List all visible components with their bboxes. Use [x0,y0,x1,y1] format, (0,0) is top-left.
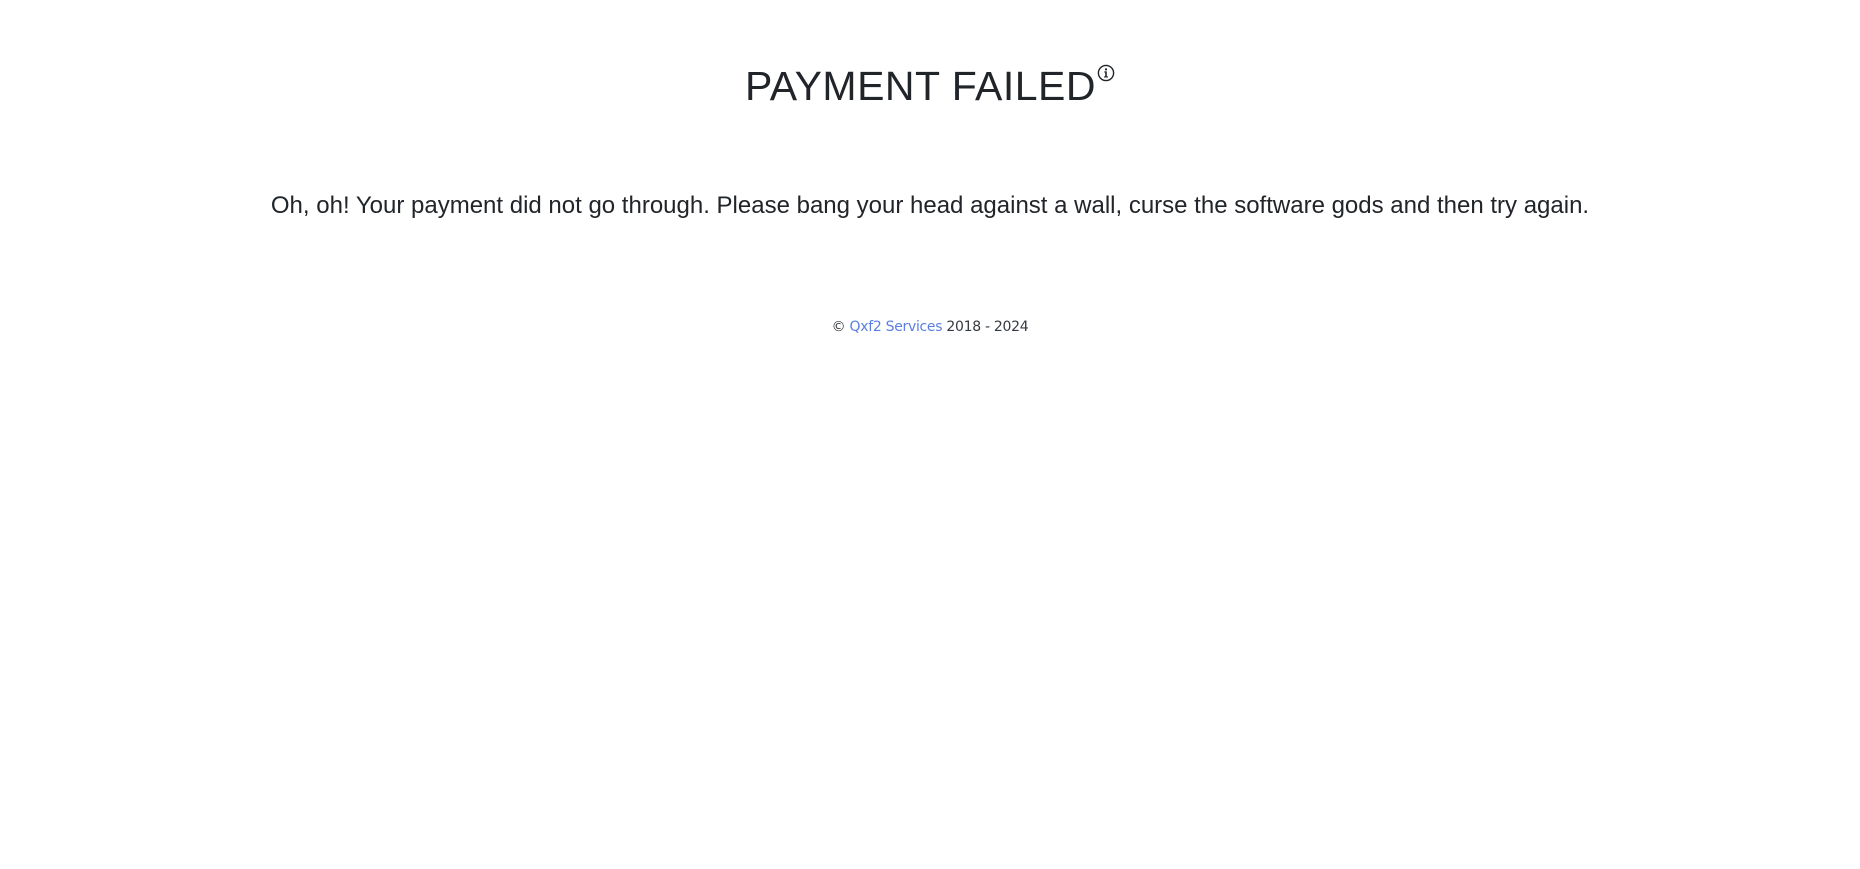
copyright-years: 2018 - 2024 [946,319,1029,335]
footer: © Qxf2 Services 2018 - 2024 [0,317,1860,337]
page-title: PAYMENT FAILED [744,63,1097,109]
copyright-symbol: © [831,319,846,335]
page-container: PAYMENT FAILED Oh, oh! Your payment did … [0,0,1860,869]
page-header: PAYMENT FAILED [0,60,1860,112]
payment-failed-message: Oh, oh! Your payment did not go through.… [270,192,1590,219]
company-link[interactable]: Qxf2 Services [850,319,943,335]
info-circle-icon[interactable] [1097,64,1115,82]
